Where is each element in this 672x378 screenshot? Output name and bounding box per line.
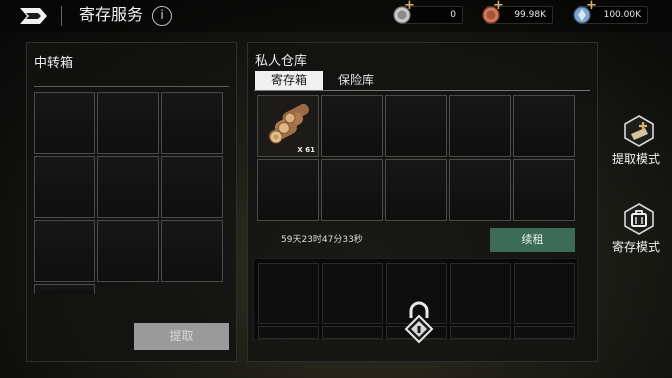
warehouse-title: 私人仓库 (255, 54, 308, 69)
back-arrow-icon[interactable] (14, 5, 50, 27)
transfer-slot[interactable] (97, 156, 159, 218)
transfer-slot[interactable] (34, 156, 95, 218)
extract-mode-icon[interactable] (622, 114, 656, 148)
warehouse-slot[interactable] (321, 95, 383, 157)
transfer-slot[interactable] (97, 92, 159, 154)
item-quantity: X 61 (297, 146, 315, 154)
deposit-mode-icon[interactable] (622, 202, 656, 236)
rental-timer: 59天23时47分33秒 (281, 235, 363, 245)
info-icon[interactable]: i (152, 6, 172, 26)
transfer-slot[interactable] (34, 220, 95, 282)
top-separator (61, 6, 62, 26)
warehouse-slot[interactable] (385, 95, 447, 157)
warehouse-slot[interactable] (257, 159, 319, 221)
transfer-box-title: 中转箱 (34, 56, 74, 71)
tab-vault[interactable]: 保险库 (328, 71, 384, 90)
transfer-slot[interactable] (34, 284, 95, 294)
add-copper-icon[interactable]: + (493, 0, 504, 13)
transfer-slot[interactable] (161, 156, 223, 218)
locked-slot (514, 263, 575, 324)
add-silver-icon[interactable]: + (404, 0, 415, 13)
extract-mode-label[interactable]: 提取模式 (612, 150, 660, 167)
warehouse-slot[interactable] (385, 159, 447, 221)
warehouse-slot[interactable] (513, 159, 575, 221)
locked-slot (322, 263, 383, 324)
transfer-box-divider (34, 86, 229, 87)
locked-slot (322, 326, 383, 339)
wood-logs-icon (269, 104, 309, 144)
warehouse-slot[interactable] (513, 95, 575, 157)
warehouse-slot[interactable] (449, 159, 511, 221)
locked-slot (258, 326, 319, 339)
locked-slot (450, 263, 511, 324)
transfer-slot[interactable] (161, 220, 223, 282)
renew-button[interactable]: 续租 (490, 228, 575, 252)
locked-slot (450, 326, 511, 339)
deposit-mode-label[interactable]: 寄存模式 (612, 238, 660, 255)
tab-storage-box[interactable]: 寄存箱 (255, 71, 323, 90)
tab-underline (254, 90, 590, 91)
transfer-slot[interactable] (97, 220, 159, 282)
warehouse-slot-wood[interactable]: X 61 (257, 95, 319, 157)
transfer-slot[interactable] (161, 92, 223, 154)
transfer-slot[interactable] (34, 92, 95, 154)
locked-slot (258, 263, 319, 324)
padlock-icon[interactable] (402, 300, 436, 344)
warehouse-slot[interactable] (449, 95, 511, 157)
warehouse-slot[interactable] (321, 159, 383, 221)
add-crystal-icon[interactable]: + (586, 0, 597, 13)
locked-slot (514, 326, 575, 339)
page-title: 寄存服务 (79, 5, 144, 24)
take-button[interactable]: 提取 (134, 323, 229, 350)
